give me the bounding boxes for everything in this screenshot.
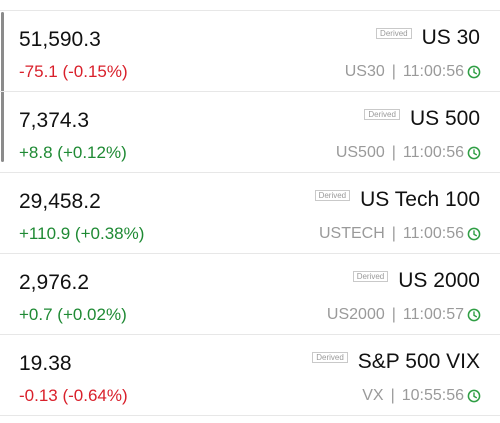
quote-price: 19.38 bbox=[19, 352, 72, 375]
instrument-name: US 2000 bbox=[398, 269, 480, 292]
quote-time: 11:00:56 bbox=[402, 63, 464, 80]
quote-time: 11:00:56 bbox=[402, 225, 464, 242]
quote-header: Derived US 30 bbox=[376, 25, 480, 51]
quote-meta: US30 | 11:00:56 bbox=[345, 62, 481, 82]
quote-price: 51,590.3 bbox=[19, 28, 101, 51]
quote-change: +110.9 (+0.38%) bbox=[19, 224, 145, 243]
quote-price: 29,458.2 bbox=[19, 190, 101, 213]
quote-row-us2000[interactable]: 2,976.2 +0.7 (+0.02%) Derived US 2000 US… bbox=[0, 254, 500, 335]
clock-icon bbox=[467, 389, 481, 403]
quote-list: 51,590.3 -75.1 (-0.15%) Derived US 30 US… bbox=[0, 11, 500, 416]
quote-meta: US2000 | 11:00:57 bbox=[327, 305, 481, 325]
instrument-name: US Tech 100 bbox=[360, 188, 480, 211]
instrument-name: US 30 bbox=[421, 26, 480, 49]
quote-row-ustech[interactable]: 29,458.2 +110.9 (+0.38%) Derived US Tech… bbox=[0, 173, 500, 254]
quote-price: 2,976.2 bbox=[19, 271, 90, 294]
quote-header: Derived S&P 500 VIX bbox=[312, 349, 480, 375]
quote-header: Derived US 500 bbox=[364, 106, 480, 132]
quote-price: 7,374.3 bbox=[19, 109, 90, 132]
clock-icon bbox=[467, 308, 481, 322]
quote-header: Derived US 2000 bbox=[352, 268, 480, 294]
instrument-name: S&P 500 VIX bbox=[357, 350, 480, 373]
quote-row-us500[interactable]: 7,374.3 +8.8 (+0.12%) Derived US 500 US5… bbox=[0, 92, 500, 173]
derived-badge: Derived bbox=[352, 270, 389, 282]
derived-badge: Derived bbox=[314, 189, 351, 201]
instrument-symbol: VX bbox=[362, 387, 384, 404]
derived-badge: Derived bbox=[376, 27, 412, 39]
quote-header: Derived US Tech 100 bbox=[314, 187, 480, 213]
clock-icon bbox=[467, 146, 481, 160]
instrument-name: US 500 bbox=[409, 107, 480, 130]
instrument-symbol: US2000 bbox=[326, 306, 385, 323]
meta-separator: | bbox=[390, 387, 395, 404]
clock-icon bbox=[467, 227, 481, 241]
clock-icon bbox=[467, 65, 481, 79]
quote-change: -0.13 (-0.64%) bbox=[19, 386, 128, 405]
quote-row-vix[interactable]: 19.38 -0.13 (-0.64%) Derived S&P 500 VIX… bbox=[0, 335, 500, 416]
quote-time: 10:55:56 bbox=[401, 387, 464, 404]
meta-separator: | bbox=[391, 306, 396, 323]
meta-separator: | bbox=[391, 225, 396, 242]
quote-change: -75.1 (-0.15%) bbox=[19, 62, 128, 81]
instrument-symbol: USTECH bbox=[318, 225, 385, 242]
quote-change: +0.7 (+0.02%) bbox=[19, 305, 127, 324]
quote-change: +8.8 (+0.12%) bbox=[19, 143, 127, 162]
quote-meta: VX | 10:55:56 bbox=[362, 386, 481, 406]
quote-time: 11:00:57 bbox=[402, 306, 464, 323]
quote-row-us30[interactable]: 51,590.3 -75.1 (-0.15%) Derived US 30 US… bbox=[0, 11, 500, 92]
quote-time: 11:00:56 bbox=[402, 144, 464, 161]
meta-separator: | bbox=[391, 144, 396, 161]
instrument-symbol: US30 bbox=[344, 63, 385, 80]
quote-meta: USTECH | 11:00:56 bbox=[319, 224, 481, 244]
meta-separator: | bbox=[391, 63, 396, 80]
quote-meta: US500 | 11:00:56 bbox=[336, 143, 481, 163]
derived-badge: Derived bbox=[364, 108, 400, 120]
instrument-symbol: US500 bbox=[335, 144, 385, 161]
derived-badge: Derived bbox=[312, 351, 348, 363]
